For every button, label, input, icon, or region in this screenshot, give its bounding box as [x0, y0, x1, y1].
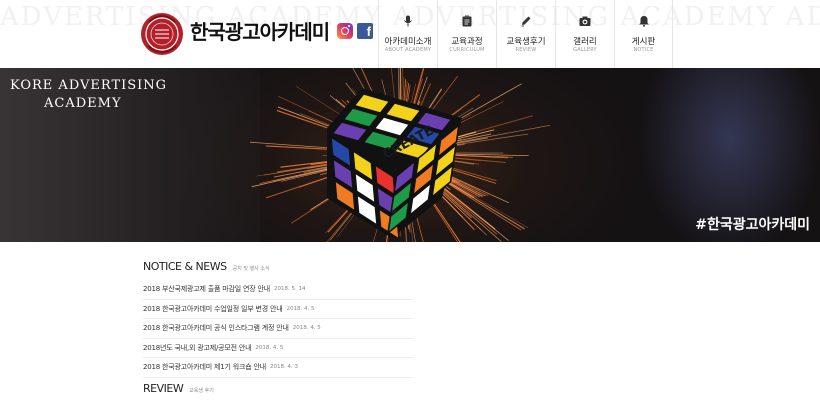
camera-icon: [579, 16, 591, 26]
notice-item-title[interactable]: 2018 한국광고아카데미 수업일정 일부 변경 안내: [143, 304, 283, 314]
list-item[interactable]: 2018 한국광고아카데미 제1기 워크숍 안내 2018. 4. 3: [143, 358, 413, 378]
nav-sublabel: GALLERY: [573, 47, 597, 53]
notice-item-date: 2018. 4. 5: [292, 325, 321, 332]
instagram-icon[interactable]: [337, 23, 353, 39]
facebook-icon[interactable]: f: [357, 23, 373, 39]
nav-sublabel: REVIEW: [515, 47, 537, 53]
nav-label: 갤러리: [573, 37, 597, 47]
notice-item-date: 2018. 4. 3: [269, 364, 298, 371]
logo-emblem-icon[interactable]: [139, 8, 185, 60]
notice-item-date: 2018. 4. 5: [286, 305, 315, 312]
nav-item-gallery[interactable]: 갤러리 GALLERY: [555, 0, 614, 68]
review-header: REVIEW 교육생 후기: [143, 382, 413, 396]
nav-sublabel: CURRICULUM: [449, 47, 485, 53]
nav-item-curriculum[interactable]: 교육과정 CURRICULUM: [437, 0, 496, 68]
brand-title-line1: KORE ADVERTISING: [10, 78, 168, 93]
nav-item-review[interactable]: 교육생후기 REVIEW: [496, 0, 555, 68]
notice-item-date: 2018. 4. 5: [255, 344, 284, 351]
nav-sublabel: NOTICE: [633, 47, 654, 53]
nav-label: 게시판: [631, 37, 656, 47]
notice-list: 2018 부산국제광고제 출품 마감일 연장 안내 2018. 5. 14 20…: [143, 280, 413, 378]
nav-label: 교육과정: [451, 37, 483, 47]
hero-banner: KORE ADVERTISING ACADEMY CREATE #한국광고아카데…: [0, 68, 820, 242]
main-navigation: 아카데미소개 ABOUT ACADEMY 교육과정 CURRICULUM 교육생…: [378, 0, 673, 68]
nav-label: 교육생후기: [506, 37, 546, 47]
review-section: REVIEW 교육생 후기: [143, 382, 413, 396]
list-item[interactable]: 2018 한국광고아카데미 수업일정 일부 변경 안내 2018. 4. 5: [143, 300, 413, 319]
hero-hashtag: #한국광고아카데미: [695, 217, 810, 233]
nav-label: 아카데미소개: [384, 37, 432, 47]
notice-item-date: 2018. 5. 14: [273, 286, 306, 293]
review-subtitle: 교육생 후기: [189, 388, 214, 394]
site-header: ADVERTISING ACADEMY ADVERTISING ACADEMY …: [0, 0, 820, 68]
pencil-icon: [521, 16, 531, 27]
list-item[interactable]: 2018 한국광고아카데미 공식 인스타그램 계정 안내 2018. 4. 5: [143, 319, 413, 339]
notice-section: NOTICE & NEWS 공지 및 행사 소식 2018 부산국제광고제 출품…: [143, 260, 413, 378]
list-item[interactable]: 2018년도 국내,외 광고제/공모전 안내 2018. 4. 5: [143, 339, 413, 358]
bell-icon: [638, 16, 649, 27]
notice-item-title[interactable]: 2018 부산국제광고제 출품 마감일 연장 안내: [143, 284, 270, 294]
nav-item-notice[interactable]: 게시판 NOTICE: [614, 0, 673, 68]
notice-item-title[interactable]: 2018 한국광고아카데미 제1기 워크숍 안내: [143, 362, 266, 372]
list-item[interactable]: 2018 부산국제광고제 출품 마감일 연장 안내 2018. 5. 14: [143, 280, 413, 300]
nav-sublabel: ABOUT ACADEMY: [384, 47, 432, 53]
review-title[interactable]: REVIEW: [143, 382, 184, 395]
notice-subtitle: 공지 및 행사 소식: [232, 266, 270, 272]
notice-title[interactable]: NOTICE & NEWS: [143, 260, 227, 273]
hero-left-shade: [0, 68, 260, 242]
brand-title-line2: ACADEMY: [44, 96, 122, 111]
clipboard-icon: [462, 15, 472, 27]
notice-item-title[interactable]: 2018 한국광고아카데미 공식 인스타그램 계정 안내: [143, 323, 289, 333]
logo-text[interactable]: 한국광고아카데미: [190, 16, 330, 45]
notice-item-title[interactable]: 2018년도 국내,외 광고제/공모전 안내: [143, 343, 252, 353]
microphone-icon: [404, 15, 412, 27]
nav-item-about[interactable]: 아카데미소개 ABOUT ACADEMY: [378, 0, 437, 68]
rubiks-cube-image: CREATE: [327, 88, 462, 238]
notice-header: NOTICE & NEWS 공지 및 행사 소식: [143, 260, 413, 274]
